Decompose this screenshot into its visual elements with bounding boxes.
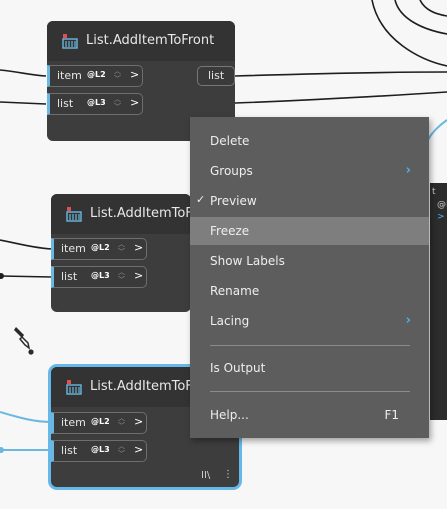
- list-node-icon: [66, 207, 82, 222]
- menu-item-help[interactable]: Help... F1: [190, 401, 429, 429]
- input-port-list[interactable]: list @L3 ︿ ﹀ >: [51, 266, 147, 288]
- context-menu: Delete Groups › ✓ Preview Freeze Show La…: [190, 117, 429, 438]
- wire[interactable]: [234, 71, 447, 77]
- wire[interactable]: [234, 91, 447, 104]
- port-level[interactable]: @L3: [91, 271, 110, 280]
- port-level[interactable]: @L2: [91, 417, 110, 426]
- menu-separator: [210, 345, 410, 346]
- menu-item-freeze[interactable]: Freeze: [190, 217, 429, 245]
- menu-item-label: Freeze: [210, 224, 250, 238]
- output-port-list[interactable]: list: [197, 66, 235, 86]
- input-port-item[interactable]: item @L2 ︿ ﹀ >: [51, 412, 147, 434]
- menu-item-lacing[interactable]: Lacing ›: [190, 307, 429, 335]
- node-header[interactable]: List.AddItemToF: [51, 194, 193, 234]
- list-node-icon: [62, 34, 78, 49]
- port-label: item: [57, 69, 82, 82]
- wire[interactable]: [0, 69, 47, 77]
- chevron-right-icon: ›: [405, 313, 411, 328]
- port-level[interactable]: @L2: [87, 70, 106, 79]
- menu-item-show-labels[interactable]: Show Labels: [190, 247, 429, 275]
- wire-end: [0, 447, 4, 453]
- wire[interactable]: [394, 0, 447, 35]
- level-spinner-icon[interactable]: ︿ ﹀: [118, 414, 125, 430]
- side-text: t: [432, 187, 436, 197]
- wire[interactable]: [371, 0, 447, 67]
- level-spinner-icon[interactable]: ︿ ﹀: [114, 67, 121, 83]
- selected-wire[interactable]: [427, 119, 447, 141]
- chevron-right-icon[interactable]: >: [134, 443, 143, 456]
- port-label: list: [61, 270, 78, 283]
- port-label: list: [57, 97, 74, 110]
- menu-item-label: Delete: [210, 134, 250, 148]
- node-title: List.AddItemToF: [90, 206, 193, 221]
- input-port-item[interactable]: item @L2 ︿ ﹀ >: [51, 238, 147, 260]
- input-port-list[interactable]: list @L3 ︿ ﹀ >: [51, 440, 147, 462]
- port-label: list: [208, 69, 225, 82]
- chevron-right-icon: ›: [405, 163, 411, 178]
- menu-item-label: Rename: [210, 284, 260, 298]
- menu-separator: [210, 391, 410, 392]
- menu-item-rename[interactable]: Rename: [190, 277, 429, 305]
- port-label: item: [61, 416, 86, 429]
- menu-item-is-output[interactable]: Is Output: [190, 354, 429, 382]
- input-port-list[interactable]: list @L3 ︿ ﹀ >: [47, 93, 143, 115]
- wire[interactable]: [0, 239, 53, 250]
- menu-item-label: Groups: [210, 164, 253, 178]
- level-spinner-icon[interactable]: ︿ ﹀: [118, 240, 125, 256]
- menu-item-groups[interactable]: Groups ›: [190, 157, 429, 185]
- input-port-item[interactable]: item @L2 ︿ ﹀ >: [47, 65, 143, 87]
- wire[interactable]: [0, 101, 47, 105]
- wire[interactable]: [0, 275, 53, 278]
- port-level[interactable]: @L2: [91, 243, 110, 252]
- lacing-icon: II\: [201, 470, 211, 481]
- chevron-right-icon[interactable]: >: [134, 415, 143, 428]
- menu-item-label: Help...: [210, 408, 249, 422]
- eyedropper-icon: [14, 327, 34, 355]
- node-title: List.AddItemToF: [90, 379, 193, 394]
- side-text: >: [437, 212, 445, 222]
- graph-canvas[interactable]: List.AddItemToFront item @L2 ︿ ﹀ > list @…: [0, 0, 447, 509]
- selected-wire[interactable]: [0, 411, 53, 423]
- menu-item-label: Is Output: [210, 361, 266, 375]
- checkmark-icon: ✓: [196, 193, 206, 206]
- port-level[interactable]: @L3: [87, 98, 106, 107]
- node-header[interactable]: List.AddItemToFront: [47, 21, 235, 61]
- port-level[interactable]: @L3: [91, 445, 110, 454]
- more-options-icon[interactable]: ⋮: [223, 469, 233, 480]
- shortcut-label: F1: [384, 408, 399, 422]
- menu-item-preview[interactable]: ✓ Preview: [190, 187, 429, 215]
- port-label: item: [61, 242, 86, 255]
- node-list-add-item-to-front-2[interactable]: List.AddItemToF item @L2 ︿ ﹀ > list @L3 ︿…: [51, 194, 193, 312]
- partial-node-panel[interactable]: t @L >: [430, 183, 447, 420]
- chevron-right-icon[interactable]: >: [130, 68, 139, 81]
- menu-item-label: Show Labels: [210, 254, 285, 268]
- list-node-icon: [66, 380, 82, 395]
- port-label: list: [61, 444, 78, 457]
- chevron-right-icon[interactable]: >: [134, 269, 143, 282]
- chevron-right-icon[interactable]: >: [130, 96, 139, 109]
- side-text: @L: [437, 200, 447, 210]
- wire-end: [0, 273, 4, 279]
- level-spinner-icon[interactable]: ︿ ﹀: [114, 95, 121, 111]
- chevron-right-icon[interactable]: >: [134, 241, 143, 254]
- menu-item-delete[interactable]: Delete: [190, 127, 429, 155]
- level-spinner-icon[interactable]: ︿ ﹀: [118, 268, 125, 284]
- menu-item-label: Lacing: [210, 314, 250, 328]
- node-title: List.AddItemToFront: [86, 33, 215, 48]
- menu-item-label: Preview: [210, 194, 257, 208]
- wire[interactable]: [419, 0, 447, 17]
- level-spinner-icon[interactable]: ︿ ﹀: [118, 442, 125, 458]
